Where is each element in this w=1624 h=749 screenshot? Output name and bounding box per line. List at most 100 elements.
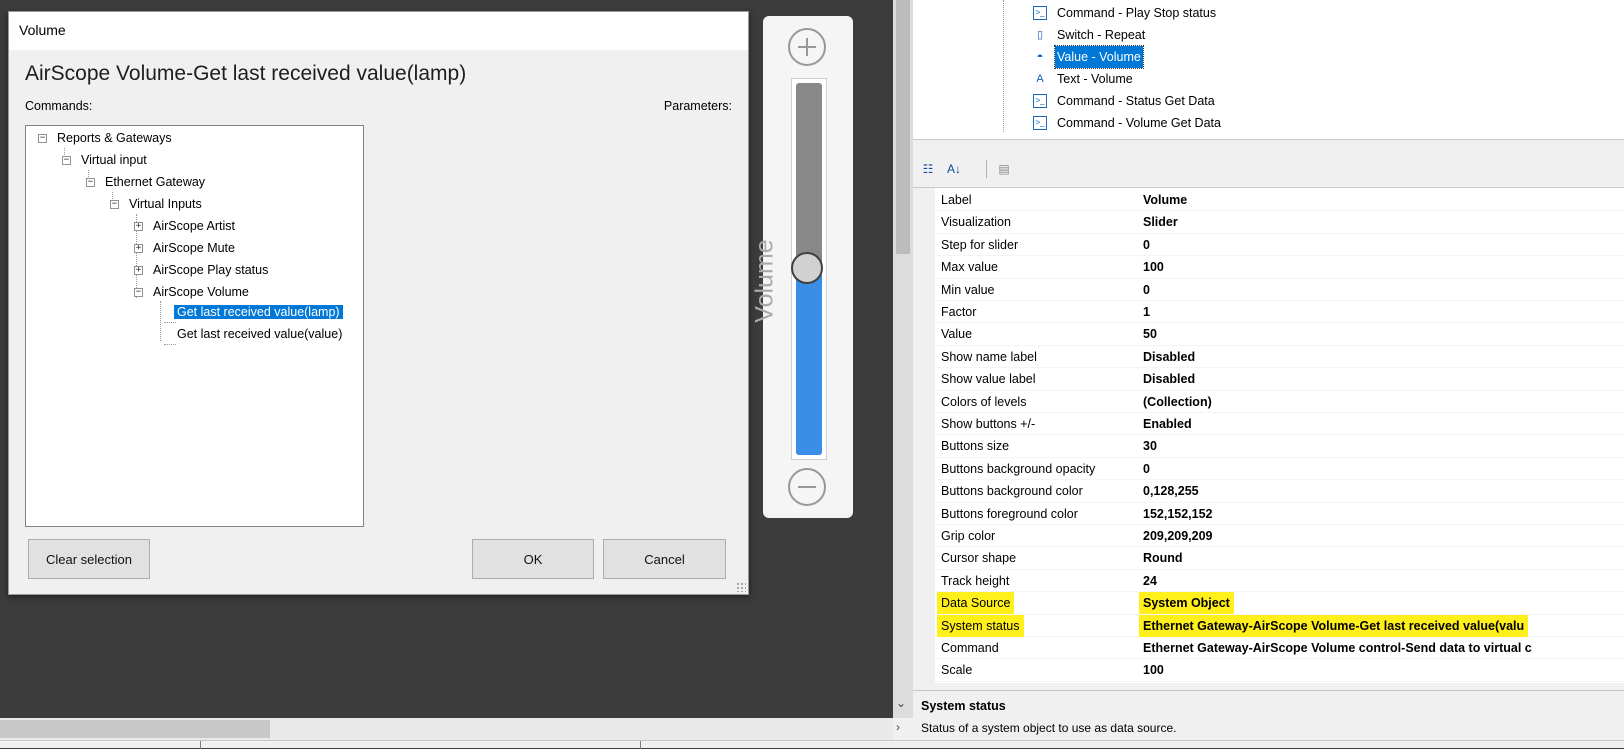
property-value[interactable]: Ethernet Gateway-AirScope Volume control… — [1143, 637, 1532, 659]
command-icon: >_ — [1033, 94, 1047, 108]
property-row[interactable]: Max value 100 — [935, 256, 1624, 279]
property-value[interactable]: Ethernet Gateway-AirScope Volume-Get las… — [1139, 614, 1529, 637]
collapse-icon[interactable]: − — [86, 178, 95, 187]
property-value[interactable]: Disabled — [1143, 368, 1195, 390]
tree-node-airscope-play-status[interactable]: + AirScope Play status — [134, 260, 271, 280]
property-row[interactable]: Data Source System Object — [935, 592, 1624, 615]
property-value[interactable]: 152,152,152 — [1143, 503, 1213, 525]
minus-circle-icon[interactable] — [788, 468, 826, 506]
property-value[interactable]: 24 — [1143, 570, 1157, 592]
property-row[interactable]: Track height 24 — [935, 570, 1624, 593]
property-row[interactable]: System status Ethernet Gateway-AirScope V… — [935, 614, 1624, 637]
property-row[interactable]: Step for slider 0 — [935, 234, 1624, 257]
collapse-icon[interactable]: − — [110, 200, 119, 209]
slider-name-text: Volume — [750, 239, 779, 323]
collapse-icon[interactable]: − — [134, 288, 143, 297]
property-value[interactable]: 0 — [1143, 234, 1150, 256]
expand-icon[interactable]: + — [134, 244, 143, 253]
property-value[interactable]: 1 — [1143, 301, 1150, 323]
collapse-icon[interactable]: − — [38, 134, 47, 143]
property-row[interactable]: Factor 1 — [935, 301, 1624, 324]
status-strip — [0, 740, 1624, 749]
property-row[interactable]: Colors of levels (Collection) — [935, 391, 1624, 413]
panel-scroll-thumb[interactable] — [896, 0, 910, 254]
tree-node-ethernet-gateway[interactable]: − Ethernet Gateway — [86, 172, 208, 192]
tree-node-virtual-inputs[interactable]: − Virtual Inputs — [110, 194, 205, 214]
cancel-button[interactable]: Cancel — [603, 539, 726, 579]
property-row[interactable]: Grip color 209,209,209 — [935, 525, 1624, 548]
property-row[interactable]: Scale 100 — [935, 659, 1624, 682]
tree-node-reports-gateways[interactable]: − Reports & Gateways — [38, 128, 175, 148]
property-value[interactable]: 100 — [1143, 256, 1164, 278]
property-value[interactable]: System Object — [1139, 592, 1234, 615]
tree-node-airscope-mute[interactable]: + AirScope Mute — [134, 238, 238, 258]
property-row[interactable]: Show name label Disabled — [935, 346, 1624, 369]
property-value[interactable]: (Collection) — [1143, 391, 1212, 413]
property-row[interactable]: Value 50 — [935, 323, 1624, 346]
property-value[interactable]: 50 — [1143, 323, 1157, 345]
property-value[interactable]: 209,209,209 — [1143, 525, 1213, 547]
object-tree-scrollbar[interactable] — [1616, 0, 1624, 140]
commands-label: Commands: — [25, 99, 93, 113]
minus-bar — [798, 486, 816, 488]
chevron-right-icon[interactable]: › — [896, 720, 900, 734]
property-row[interactable]: Cursor shape Round — [935, 547, 1624, 570]
tree-node-airscope-volume[interactable]: − AirScope Volume — [134, 282, 252, 302]
tree-node-label: AirScope Play status — [153, 263, 269, 277]
property-value[interactable]: 0 — [1143, 458, 1150, 480]
property-row[interactable]: Min value 0 — [935, 279, 1624, 301]
property-name: Data Source — [937, 592, 1015, 615]
property-row[interactable]: Buttons background color 0,128,255 — [935, 480, 1624, 503]
expand-icon[interactable]: + — [134, 222, 143, 231]
property-row[interactable]: Buttons background opacity 0 — [935, 458, 1624, 481]
tree-node-airscope-artist[interactable]: + AirScope Artist — [134, 216, 238, 236]
property-value[interactable]: Round — [1143, 547, 1183, 569]
property-row[interactable]: Show value label Disabled — [935, 368, 1624, 391]
expand-icon[interactable]: + — [134, 266, 143, 275]
canvas-scroll-thumb[interactable] — [0, 720, 270, 738]
tree-node-get-last-value-lamp[interactable]: Get last received value(lamp) — [173, 302, 344, 322]
tree-node-label: Virtual input — [81, 153, 147, 167]
tree-node-get-last-value-value[interactable]: Get last received value(value) — [174, 324, 345, 344]
property-name: Visualization — [941, 215, 1011, 230]
tree-node-virtual-input[interactable]: − Virtual input — [62, 150, 150, 170]
property-row[interactable]: Buttons foreground color 152,152,152 — [935, 503, 1624, 525]
property-row[interactable]: Label Volume — [935, 189, 1624, 212]
property-row[interactable]: Buttons size 30 — [935, 435, 1624, 458]
property-value[interactable]: 100 — [1143, 659, 1164, 681]
commands-tree[interactable]: − Reports & Gateways − Virtual input − E… — [25, 125, 364, 527]
resize-grip-icon[interactable] — [736, 582, 746, 592]
property-name: Cursor shape — [941, 551, 1017, 566]
tree-node-label: Virtual Inputs — [129, 197, 202, 211]
canvas-horizontal-scrollbar[interactable] — [0, 718, 893, 740]
panel-vertical-scrollbar[interactable] — [893, 0, 913, 718]
property-pages-icon[interactable]: ▤ — [993, 158, 1015, 180]
property-value[interactable]: Enabled — [1143, 413, 1192, 435]
property-value[interactable]: 0 — [1143, 279, 1150, 301]
plus-circle-icon[interactable] — [788, 28, 826, 66]
slider-grip[interactable] — [791, 252, 823, 284]
object-tree-label: Command - Play Stop status — [1057, 6, 1217, 20]
clear-selection-button[interactable]: Clear selection — [28, 539, 150, 579]
collapse-icon[interactable]: − — [62, 156, 71, 165]
switch-icon: ▯ — [1036, 29, 1044, 41]
tree-guide — [1003, 0, 1004, 132]
property-name: Buttons background color — [941, 484, 1083, 499]
categorized-icon[interactable]: ☷ — [917, 158, 939, 180]
property-value[interactable]: Slider — [1143, 211, 1178, 233]
property-value[interactable]: 30 — [1143, 435, 1157, 457]
property-grid[interactable]: Label Volume Visualization Slider Step for s… — [913, 187, 1624, 683]
property-value[interactable]: 0,128,255 — [1143, 480, 1199, 502]
description-text: Status of a system object to use as data… — [921, 721, 1177, 735]
property-value[interactable]: Disabled — [1143, 346, 1195, 368]
object-tree-label: Value - Volume — [1054, 45, 1144, 69]
ok-button[interactable]: OK — [472, 539, 594, 579]
tree-node-label: AirScope Volume — [153, 285, 249, 299]
chevron-down-icon[interactable]: ⌄ — [896, 696, 906, 710]
property-row[interactable]: Show buttons +/- Enabled — [935, 413, 1624, 436]
property-value[interactable]: Volume — [1143, 189, 1187, 211]
sort-az-icon[interactable]: A↓ — [943, 158, 965, 180]
property-row[interactable]: Command Ethernet Gateway-AirScope Volume … — [935, 637, 1624, 660]
property-row[interactable]: Visualization Slider — [935, 211, 1624, 234]
object-tree[interactable]: >_ Command - Play Stop status ▯ Switch -… — [913, 0, 1624, 140]
